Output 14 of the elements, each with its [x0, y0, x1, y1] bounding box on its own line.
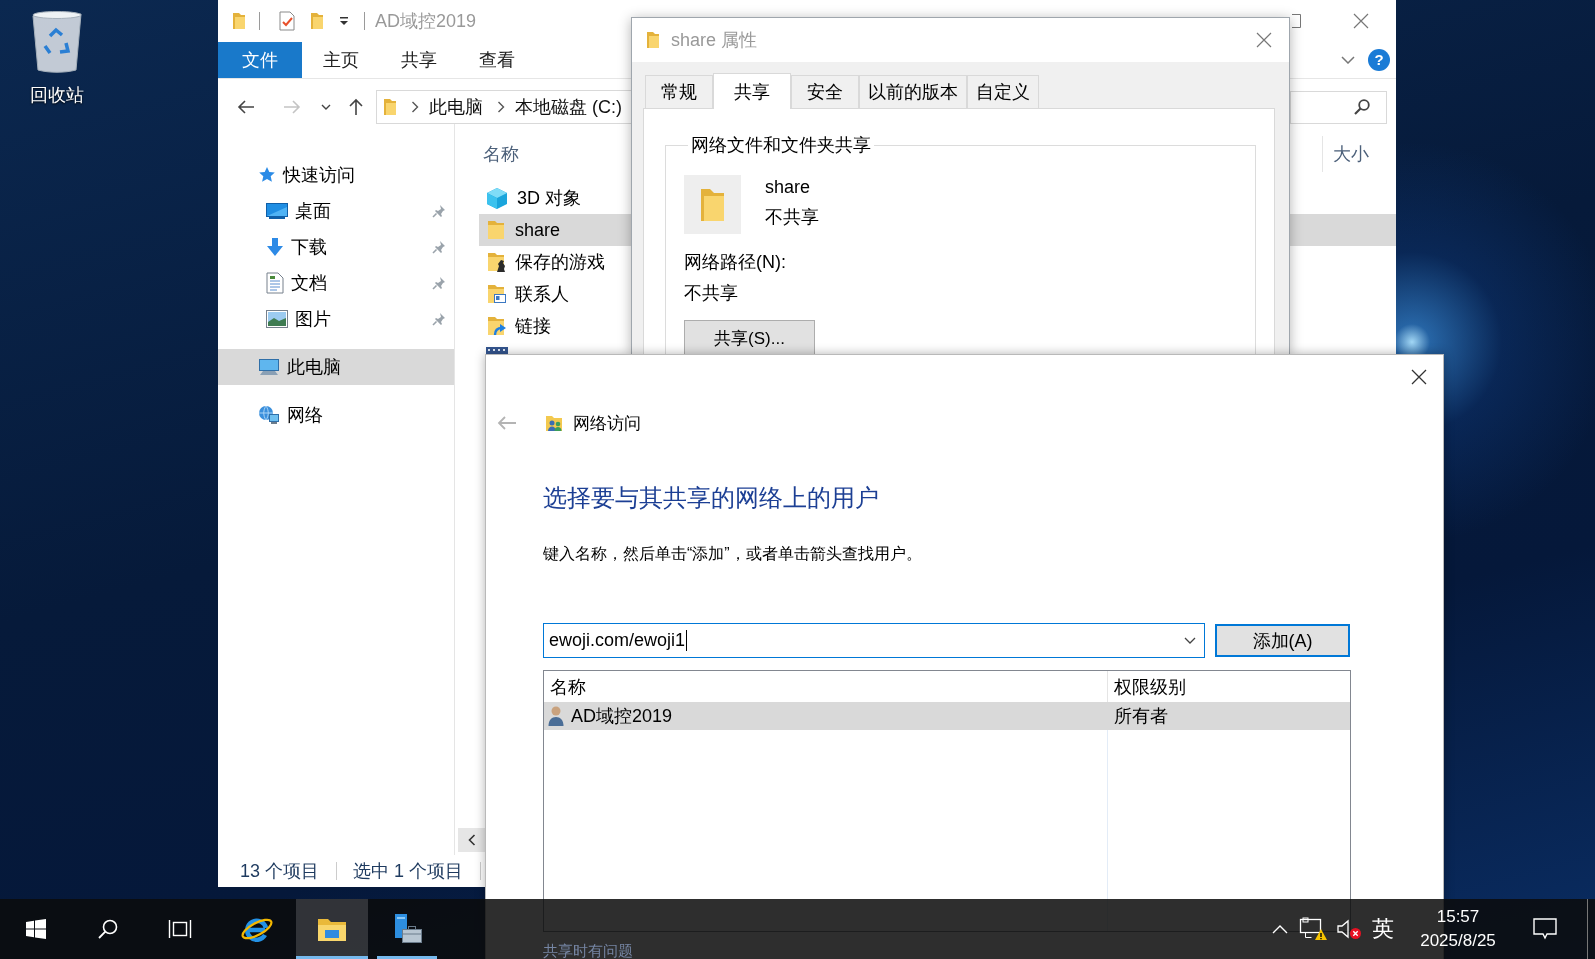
network-path: 不共享	[684, 282, 738, 305]
table-cell-text: AD域控2019	[571, 705, 673, 728]
window-title: AD域控2019	[375, 10, 477, 33]
status-text: 选中 1 个项目	[353, 860, 464, 883]
dialog-title: share 属性	[671, 29, 758, 52]
share-status: 不共享	[765, 206, 819, 229]
wizard-title: 网络访问	[573, 412, 641, 435]
status-text: 13 个项目	[240, 860, 320, 883]
page-heading: 选择要与其共享的网络上的用户	[543, 483, 879, 513]
folder-name: share	[765, 176, 812, 199]
field-label: 网络路径(N):	[684, 251, 786, 274]
instruction-text: 键入名称，然后单击“添加”，或者单击箭头查找用户。	[543, 544, 922, 564]
table-cell-text: 所有者	[1113, 705, 1169, 728]
group-label: 网络文件和文件夹共享	[690, 134, 872, 157]
